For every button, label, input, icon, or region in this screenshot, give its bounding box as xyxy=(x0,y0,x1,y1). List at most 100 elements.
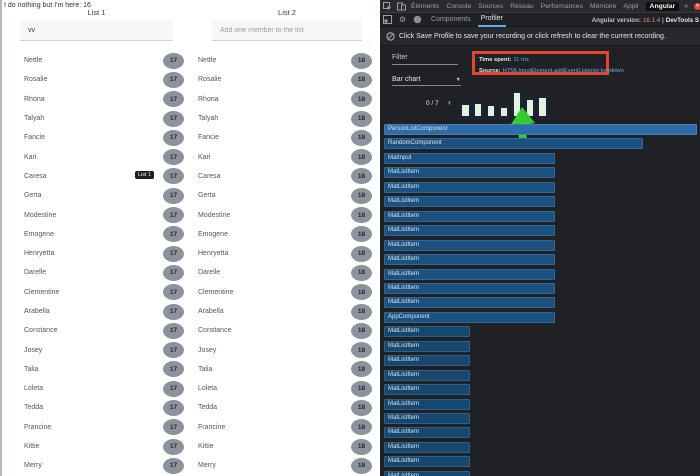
source-link[interactable]: HTMLInputElement.addEventListener:keydow… xyxy=(503,68,624,74)
flame-bar[interactable]: MatListItem xyxy=(384,196,555,207)
tab-lments[interactable]: Éléments xyxy=(411,3,439,10)
list-item[interactable]: Tedda17 xyxy=(20,398,186,417)
flame-bar[interactable]: MatListItem xyxy=(384,442,470,453)
frame-bar[interactable] xyxy=(486,104,497,118)
list-item[interactable]: Nettle18 xyxy=(194,51,374,70)
list-item[interactable]: Loleta18 xyxy=(194,379,374,398)
flame-bar[interactable]: MatListItem xyxy=(384,413,470,424)
list-item[interactable]: Merry17 xyxy=(20,456,186,475)
list2-add-member-input[interactable] xyxy=(212,20,362,41)
list-item[interactable]: Darelle18 xyxy=(194,263,374,282)
flame-bar[interactable]: MatListItem xyxy=(384,399,470,410)
flame-bar[interactable]: MatListItem xyxy=(384,326,470,337)
flame-bar[interactable]: MatListItem xyxy=(384,240,555,251)
filter-input[interactable]: Filter xyxy=(392,54,458,65)
flame-bar[interactable]: MatListItem xyxy=(384,427,470,438)
device-toolbar-icon[interactable] xyxy=(397,2,406,11)
inspect-element-icon[interactable] xyxy=(383,2,392,11)
list-item[interactable]: Rosalie17 xyxy=(20,70,186,89)
list-item[interactable]: Talyah18 xyxy=(194,109,374,128)
list-item[interactable]: Francine18 xyxy=(194,418,374,437)
chevron-left-icon[interactable]: ‹ xyxy=(448,98,451,107)
flame-bar[interactable]: MatListItem xyxy=(384,225,555,236)
list1-add-member-input[interactable] xyxy=(20,20,173,41)
flame-bar[interactable]: MatListItem xyxy=(384,211,555,222)
list-item[interactable]: Josey18 xyxy=(194,340,374,359)
list-item[interactable]: Rhona18 xyxy=(194,90,374,109)
list-item[interactable]: Constance17 xyxy=(20,321,186,340)
flame-bar[interactable]: MatListItem xyxy=(384,269,555,280)
version-value[interactable]: 16.1.4 xyxy=(643,17,660,24)
flame-bar[interactable]: MatListItem xyxy=(384,355,470,366)
list-item[interactable]: Constance18 xyxy=(194,321,374,340)
tab-mmoire[interactable]: Mémoire xyxy=(590,3,616,10)
list-item[interactable]: Fancie18 xyxy=(194,128,374,147)
list-item[interactable]: Modestine18 xyxy=(194,205,374,224)
frame-bar[interactable] xyxy=(460,103,471,118)
flame-bar[interactable]: MatInput xyxy=(384,153,555,164)
list-item[interactable]: Josey17 xyxy=(20,340,186,359)
list-item[interactable]: Kittie17 xyxy=(20,437,186,456)
record-circle-icon[interactable] xyxy=(413,15,422,24)
list-item[interactable]: Gerta18 xyxy=(194,186,374,205)
tab-sources[interactable]: Sources xyxy=(478,3,503,10)
flame-bar[interactable]: PersonListComponent xyxy=(384,124,697,135)
frame-bar[interactable] xyxy=(473,102,484,118)
list-item[interactable]: Rhona17 xyxy=(20,90,186,109)
list-item[interactable]: Rosalie18 xyxy=(194,70,374,89)
list-item[interactable]: Talia18 xyxy=(194,360,374,379)
list-item[interactable]: Francine17 xyxy=(20,418,186,437)
panel-layout-icon[interactable] xyxy=(383,15,392,24)
list-item[interactable]: Caresa17 xyxy=(20,167,186,186)
gear-icon[interactable]: ⚙ xyxy=(398,15,407,24)
flame-bar[interactable]: MatListItem xyxy=(384,283,555,294)
list-item[interactable]: Caresa18 xyxy=(194,167,374,186)
list-item[interactable]: Clementine17 xyxy=(20,283,186,302)
list-item[interactable]: Merry18 xyxy=(194,456,374,475)
tab-components[interactable]: Components xyxy=(428,13,474,27)
list-item[interactable]: Emogene18 xyxy=(194,225,374,244)
flame-bar[interactable]: MatListItem xyxy=(384,254,555,265)
flame-bar[interactable]: RandomComponent xyxy=(384,138,643,149)
flame-bar[interactable]: MatListItem xyxy=(384,384,470,395)
flame-bar[interactable]: MatListItem xyxy=(384,167,555,178)
flame-bar[interactable]: MatListItem xyxy=(384,471,470,476)
flame-bar[interactable]: MatListItem xyxy=(384,370,470,381)
list-item[interactable]: Emogene17 xyxy=(20,225,186,244)
flame-bar[interactable]: AppComponent xyxy=(384,312,555,323)
member-count-badge: 18 xyxy=(351,246,372,262)
tab-performances[interactable]: Performances xyxy=(541,3,583,10)
member-name: Fancie xyxy=(198,134,219,141)
list-item[interactable]: Kari17 xyxy=(20,147,186,166)
tab-appli[interactable]: Appli xyxy=(623,3,638,10)
flame-bar[interactable]: MatListItem xyxy=(384,182,555,193)
more-tabs-icon[interactable]: » xyxy=(684,3,688,10)
tab-rseau[interactable]: Réseau xyxy=(510,3,533,10)
member-name: Loleta xyxy=(24,385,43,392)
flame-bar[interactable]: MatListItem xyxy=(384,297,555,308)
flame-bar[interactable]: MatListItem xyxy=(384,341,470,352)
list-item[interactable]: Fancie17 xyxy=(20,128,186,147)
list-item[interactable]: Nettle17 xyxy=(20,51,186,70)
list-item[interactable]: Gerta17 xyxy=(20,186,186,205)
tab-angular[interactable]: Angular xyxy=(646,2,680,11)
list-item[interactable]: Kari18 xyxy=(194,147,374,166)
list-item[interactable]: Arabella17 xyxy=(20,302,186,321)
console-status-badges[interactable]: ✕ 9 ▲ 1 xyxy=(694,3,700,10)
list-item[interactable]: Darelle17 xyxy=(20,263,186,282)
list-item[interactable]: Henryetta17 xyxy=(20,244,186,263)
list-item[interactable]: Arabella18 xyxy=(194,302,374,321)
list-item[interactable]: Clementine18 xyxy=(194,283,374,302)
list-item[interactable]: Kittie18 xyxy=(194,437,374,456)
list-item[interactable]: Talyah17 xyxy=(20,109,186,128)
tab-console[interactable]: Console xyxy=(446,3,471,10)
list-item[interactable]: Modestine17 xyxy=(20,205,186,224)
list-item[interactable]: Tedda18 xyxy=(194,398,374,417)
tab-profiler[interactable]: Profiler xyxy=(478,13,506,27)
list-item[interactable]: Henryetta18 xyxy=(194,244,374,263)
flame-bar[interactable]: MatListItem xyxy=(384,456,470,467)
list-item[interactable]: Talia17 xyxy=(20,360,186,379)
frame-bar[interactable] xyxy=(537,96,548,118)
chart-type-select[interactable]: Bar chart ▼ xyxy=(392,76,461,86)
list-item[interactable]: Loleta17 xyxy=(20,379,186,398)
